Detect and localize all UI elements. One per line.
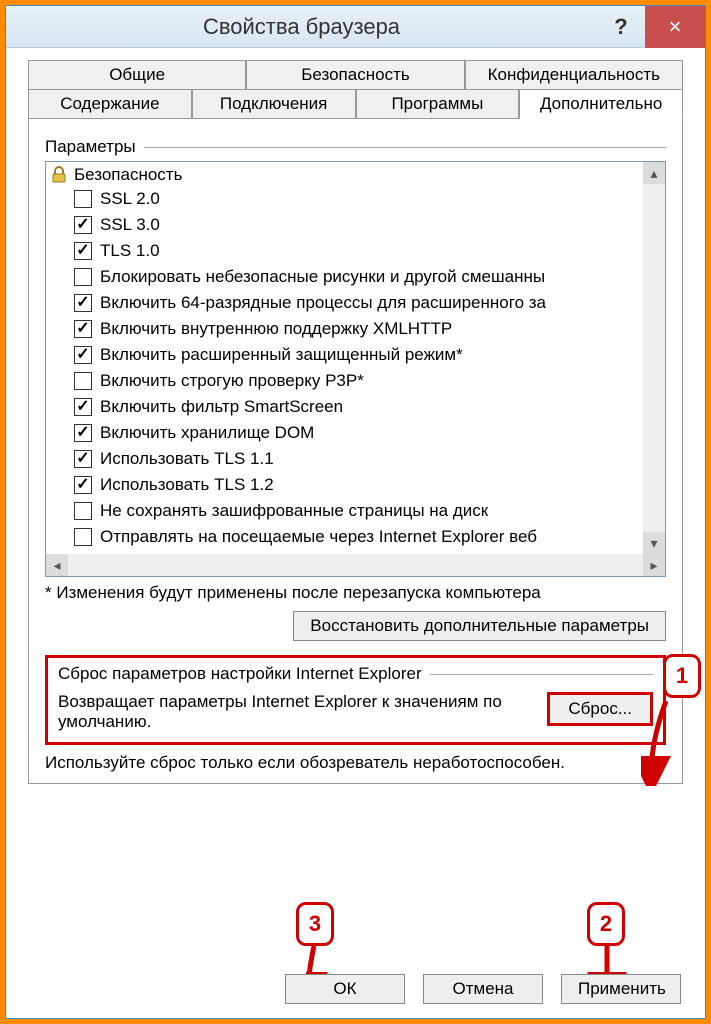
setting-label: Включить расширенный защищенный режим* (100, 343, 463, 367)
content-area: Общие Безопасность Конфиденциальность Со… (6, 48, 705, 1018)
setting-label: Включить внутреннюю поддержку XMLHTTP (100, 317, 452, 341)
tab-content[interactable]: Содержание (28, 89, 192, 119)
setting-label: TLS 1.0 (100, 239, 160, 263)
setting-item[interactable]: Отправлять на посещаемые через Internet … (46, 524, 643, 550)
checkbox[interactable]: ✓ (74, 424, 92, 442)
category-label: Безопасность (74, 165, 182, 185)
setting-item[interactable]: ✓ Включить внутреннюю поддержку XMLHTTP (46, 316, 643, 342)
setting-item[interactable]: ✓ Использовать TLS 1.2 (46, 472, 643, 498)
tab-body: Параметры БезопасностьSSL 2.0 ✓ SSL 3.0 ✓ TL… (28, 119, 683, 784)
setting-label: Отправлять на посещаемые через Internet … (100, 525, 537, 549)
reset-group-label: Сброс параметров настройки Internet Expl… (58, 664, 653, 684)
restore-defaults-button[interactable]: Восстановить дополнительные параметры (293, 611, 666, 641)
tabs-row-1: Общие Безопасность Конфиденциальность (28, 60, 683, 90)
setting-label: Использовать TLS 1.2 (100, 473, 274, 497)
tab-connections[interactable]: Подключения (192, 89, 356, 119)
setting-item[interactable]: ✓ TLS 1.0 (46, 238, 643, 264)
setting-label: Блокировать небезопасные рисунки и друго… (100, 265, 545, 289)
setting-item[interactable]: Включить строгую проверку P3P* (46, 368, 643, 394)
category-security: Безопасность (46, 164, 643, 186)
setting-item[interactable]: ✓ Включить фильтр SmartScreen (46, 394, 643, 420)
close-button[interactable]: × (645, 6, 705, 48)
checkbox[interactable] (74, 190, 92, 208)
help-button[interactable]: ? (597, 6, 645, 48)
setting-label: Включить хранилище DOM (100, 421, 314, 445)
settings-listbox: БезопасностьSSL 2.0 ✓ SSL 3.0 ✓ TLS 1.0Блоки… (45, 161, 666, 577)
tab-privacy[interactable]: Конфиденциальность (465, 60, 683, 90)
divider (144, 147, 666, 148)
setting-label: Включить 64-разрядные процессы для расши… (100, 291, 546, 315)
checkbox[interactable] (74, 268, 92, 286)
setting-label: Использовать TLS 1.1 (100, 447, 274, 471)
divider (430, 674, 653, 675)
settings-label-text: Параметры (45, 137, 136, 157)
lock-icon (50, 166, 68, 184)
setting-label: SSL 3.0 (100, 213, 160, 237)
cancel-button[interactable]: Отмена (423, 974, 543, 1004)
reset-description: Возвращает параметры Internet Explorer к… (58, 692, 547, 732)
checkbox[interactable] (74, 372, 92, 390)
setting-label: Включить строгую проверку P3P* (100, 369, 364, 393)
setting-item[interactable]: ✓ SSL 3.0 (46, 212, 643, 238)
tab-general[interactable]: Общие (28, 60, 246, 90)
scroll-right-icon[interactable]: ▸ (643, 554, 665, 576)
annotation-1: 1 (663, 654, 701, 698)
checkbox[interactable]: ✓ (74, 450, 92, 468)
vertical-scrollbar[interactable]: ▴ ▾ (643, 162, 665, 554)
setting-label: SSL 2.0 (100, 187, 160, 211)
checkbox[interactable]: ✓ (74, 346, 92, 364)
reset-group: Сброс параметров настройки Internet Expl… (45, 655, 666, 745)
reset-label-text: Сброс параметров настройки Internet Expl… (58, 664, 422, 684)
setting-item[interactable]: ✓ Включить расширенный защищенный режим* (46, 342, 643, 368)
reset-warning: Используйте сброс только если обозревате… (45, 753, 666, 773)
annotation-2: 2 (587, 902, 625, 946)
checkbox[interactable]: ✓ (74, 320, 92, 338)
setting-item[interactable]: SSL 2.0 (46, 186, 643, 212)
checkbox[interactable]: ✓ (74, 476, 92, 494)
setting-item[interactable]: Не сохранять зашифрованные страницы на д… (46, 498, 643, 524)
tab-advanced[interactable]: Дополнительно (519, 89, 683, 119)
checkbox[interactable]: ✓ (74, 242, 92, 260)
setting-item[interactable]: ✓ Использовать TLS 1.1 (46, 446, 643, 472)
scroll-up-icon[interactable]: ▴ (643, 162, 665, 184)
reset-button[interactable]: Сброс... (547, 692, 653, 726)
checkbox[interactable] (74, 502, 92, 520)
restart-footnote: * Изменения будут применены после переза… (45, 583, 666, 603)
ok-button[interactable]: ОК (285, 974, 405, 1004)
settings-list[interactable]: БезопасностьSSL 2.0 ✓ SSL 3.0 ✓ TLS 1.0Блоки… (46, 162, 643, 554)
checkbox[interactable] (74, 528, 92, 546)
setting-item[interactable]: Блокировать небезопасные рисунки и друго… (46, 264, 643, 290)
dialog-window: Свойства браузера ? × Общие Безопасность… (5, 5, 706, 1019)
setting-item[interactable]: ✓ Включить 64-разрядные процессы для расш… (46, 290, 643, 316)
annotation-3: 3 (296, 902, 334, 946)
setting-label: Не сохранять зашифрованные страницы на д… (100, 499, 488, 523)
checkbox[interactable]: ✓ (74, 398, 92, 416)
horizontal-scrollbar[interactable]: ◂ ▸ (46, 554, 665, 576)
tab-security[interactable]: Безопасность (246, 60, 464, 90)
checkbox[interactable]: ✓ (74, 294, 92, 312)
tabs-row-2: Содержание Подключения Программы Дополни… (28, 89, 683, 119)
settings-group-label: Параметры (45, 137, 666, 157)
scroll-left-icon[interactable]: ◂ (46, 554, 68, 576)
tab-programs[interactable]: Программы (356, 89, 520, 119)
checkbox[interactable]: ✓ (74, 216, 92, 234)
window-title: Свойства браузера (6, 14, 597, 40)
setting-item[interactable]: ✓ Включить хранилище DOM (46, 420, 643, 446)
titlebar: Свойства браузера ? × (6, 6, 705, 48)
dialog-buttons: ОК Отмена Применить (285, 974, 681, 1004)
setting-label: Включить фильтр SmartScreen (100, 395, 343, 419)
scroll-down-icon[interactable]: ▾ (643, 532, 665, 554)
apply-button[interactable]: Применить (561, 974, 681, 1004)
